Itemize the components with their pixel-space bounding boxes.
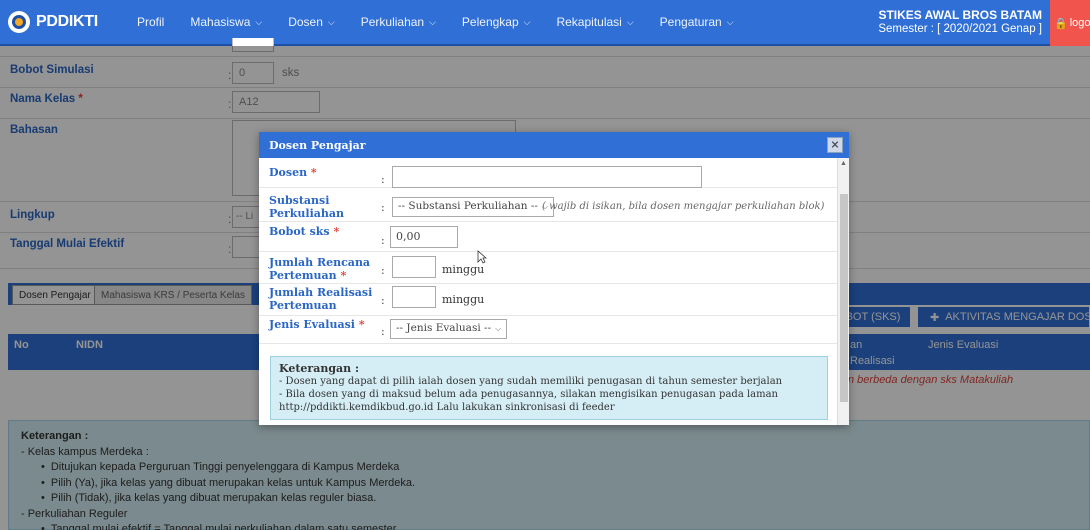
nav-profil[interactable]: Profil (124, 0, 177, 44)
colon: : (381, 201, 385, 214)
rencana-row: Jumlah Rencana Pertemuan * : minggu (259, 252, 837, 284)
nav-label: Mahasiswa (190, 15, 251, 29)
institution-name: STIKES AWAL BROS BATAM (878, 8, 1042, 22)
nav-label: Dosen (288, 15, 323, 29)
colon: : (381, 173, 385, 186)
substansi-hint: ( wajib di isikan, bila dosen mengajar p… (542, 201, 825, 212)
mouse-cursor-icon (477, 250, 487, 264)
colon: : (381, 234, 385, 247)
modal-keterangan-title: Keterangan : (279, 362, 360, 375)
modal-title: Dosen Pengajar (269, 138, 366, 152)
modal-header: Dosen Pengajar × (259, 132, 849, 158)
modal-keterangan-line: - Dosen yang dapat di pilih ialah dosen … (279, 376, 783, 387)
substansi-label-line1: Substansi (269, 194, 330, 207)
scroll-up-icon[interactable]: ▲ (840, 160, 847, 167)
colon: : (381, 325, 385, 338)
rencana-label-line1: Jumlah Rencana (269, 256, 371, 269)
rencana-label: Jumlah Rencana Pertemuan * (269, 256, 371, 282)
modal-scrollbar[interactable]: ▲ (837, 158, 849, 425)
chevron-down-icon: ⌵ (523, 16, 531, 27)
bobot-sks-label: Bobot sks * (269, 225, 340, 238)
semester-label: Semester : [ 2020/2021 Genap ] (878, 23, 1042, 35)
nav-label: Rekapitulasi (556, 15, 622, 29)
dosen-pengajar-modal: Dosen Pengajar × Dosen * : Substansi Perk… (259, 132, 849, 425)
realisasi-row: Jumlah Realisasi Pertemuan : minggu (259, 284, 837, 316)
nav-label: Pelengkap (461, 15, 519, 29)
nav-label: Profil (137, 15, 165, 29)
rencana-label-line2: Pertemuan (269, 269, 337, 282)
chevron-down-icon: ⌵ (626, 16, 634, 27)
substansi-label: Substansi Perkuliahan (269, 194, 344, 220)
nav-perkuliahan[interactable]: Perkuliahan ⌵ (348, 0, 449, 44)
nav-pengaturan[interactable]: Pengaturan ⌵ (647, 0, 747, 44)
colon: : (381, 294, 385, 307)
brand[interactable]: PDDIKTI (0, 0, 124, 44)
substansi-selected-value: -- Substansi Perkuliahan -- (398, 200, 538, 212)
dosen-input[interactable] (392, 166, 702, 188)
bobot-sks-row: Bobot sks * : 0,00 (259, 222, 837, 252)
institution-info: STIKES AWAL BROS BATAM Semester : [ 2020… (878, 8, 1042, 36)
realisasi-label: Jumlah Realisasi Pertemuan (269, 286, 372, 312)
lock-icon: 🔒 (1054, 17, 1068, 30)
dosen-row: Dosen * : (259, 158, 837, 188)
minggu-unit: minggu (442, 263, 485, 276)
jenis-evaluasi-row: Jenis Evaluasi * : -- Jenis Evaluasi -- ⌵ (259, 316, 837, 344)
nav-rekapitulasi[interactable]: Rekapitulasi ⌵ (543, 0, 646, 44)
realisasi-pertemuan-input[interactable] (392, 286, 436, 308)
scrollbar-thumb[interactable] (840, 194, 848, 402)
main-menu: Profil Mahasiswa ⌵ Dosen ⌵ Perkuliahan ⌵ Pe… (124, 0, 747, 44)
jenis-evaluasi-label: Jenis Evaluasi * (269, 318, 365, 331)
realisasi-label-line1: Jumlah Realisasi (269, 286, 373, 299)
nav-label: Perkuliahan (360, 15, 425, 29)
jenis-evaluasi-text: Jenis Evaluasi (269, 318, 355, 331)
minggu-unit: minggu (442, 293, 485, 306)
nav-pelengkap[interactable]: Pelengkap ⌵ (449, 0, 544, 44)
dosen-label: Dosen * (269, 166, 317, 179)
brand-name: PDDIKTI (36, 13, 98, 30)
dosen-label-text: Dosen (269, 166, 308, 179)
bobot-sks-text: Bobot sks (269, 225, 330, 238)
nav-dosen[interactable]: Dosen ⌵ (275, 0, 348, 44)
realisasi-label-line2: Pertemuan (269, 299, 337, 312)
chevron-down-icon: ⌵ (327, 16, 335, 27)
top-navbar: PDDIKTI Profil Mahasiswa ⌵ Dosen ⌵ Perkuli… (0, 0, 1090, 46)
nav-label: Pengaturan (659, 15, 722, 29)
logout-button[interactable]: 🔒logout (1050, 0, 1090, 46)
jenis-evaluasi-selected-value: -- Jenis Evaluasi -- (396, 322, 492, 334)
jenis-evaluasi-select[interactable]: -- Jenis Evaluasi -- ⌵ (390, 319, 508, 339)
rencana-pertemuan-input[interactable] (392, 256, 436, 278)
pddikti-logo-icon (8, 11, 30, 33)
chevron-down-icon: ⌵ (255, 16, 263, 27)
close-icon: × (830, 138, 840, 151)
modal-keterangan-box: Keterangan : - Dosen yang dapat di pilih… (270, 356, 828, 420)
substansi-select[interactable]: -- Substansi Perkuliahan -- ⌵ (392, 197, 555, 217)
modal-keterangan-line: http://pddikti.kemdikbud.go.id Lalu laku… (279, 402, 615, 413)
modal-keterangan-line: - Bila dosen yang di maksud belum ada pe… (279, 389, 778, 400)
logout-label: logout (1069, 17, 1090, 29)
chevron-down-icon: ⌵ (429, 16, 436, 27)
close-button[interactable]: × (827, 137, 843, 153)
bobot-sks-input[interactable]: 0,00 (390, 226, 458, 248)
substansi-label-line2: Perkuliahan (269, 207, 344, 220)
substansi-row: Substansi Perkuliahan : -- Substansi Perk… (259, 188, 837, 222)
modal-body: Dosen * : Substansi Perkuliahan : -- Subs… (259, 158, 837, 425)
colon: : (381, 264, 385, 277)
chevron-down-icon: ⌵ (726, 16, 734, 27)
chevron-down-icon: ⌵ (495, 324, 502, 333)
